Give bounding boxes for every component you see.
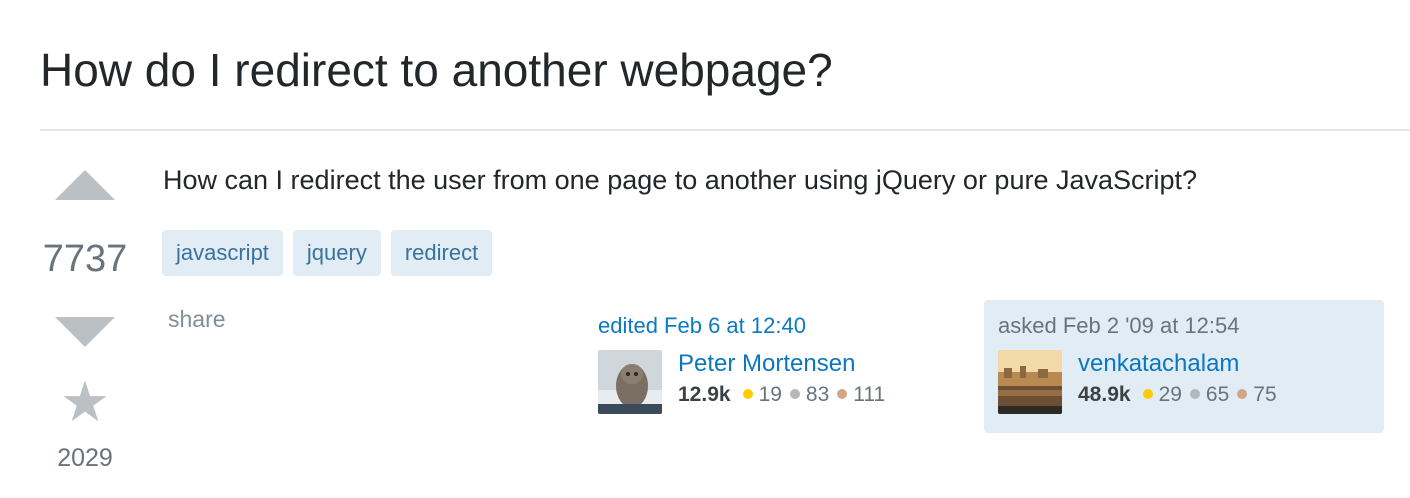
favorite-count: 2029 [57,444,113,472]
silver-badge-icon [1189,389,1200,400]
editor-details: Peter Mortensen 12.9k 19 83 111 [678,348,885,410]
gold-badge-icon [1142,389,1153,400]
editor-reputation: 12.9k [678,383,731,406]
favorite-star-icon[interactable]: ★ [40,372,130,432]
editor-name-link[interactable]: Peter Mortensen [678,348,885,380]
title-divider [40,129,1410,131]
editor-bronze-count: 111 [853,383,886,406]
edited-time-link[interactable]: edited Feb 6 at 12:40 [598,312,958,340]
asker-bronze-count: 75 [1253,383,1277,406]
asker-reputation: 48.9k [1078,383,1131,406]
asker-avatar[interactable] [998,350,1062,414]
asker-details: venkatachalam 48.9k 29 65 75 [1078,348,1277,410]
tag-javascript[interactable]: javascript [162,230,283,276]
share-link[interactable]: share [168,305,226,333]
asker-gold-count: 29 [1158,383,1182,406]
bronze-badge-icon [1237,389,1248,400]
vote-count: 7737 [42,238,128,280]
editor-stats: 12.9k 19 83 111 [678,380,885,410]
silver-badge-icon [789,389,800,400]
tag-list: javascript jquery redirect [162,230,493,276]
asker-silver-count: 65 [1205,383,1230,406]
editor-silver-count: 83 [805,383,830,406]
bronze-badge-icon [837,389,848,400]
asker-signature: asked Feb 2 '09 at 12:54 venkatachalam 4… [984,300,1384,433]
upvote-arrow-icon[interactable] [55,170,115,200]
gold-badge-icon [742,389,753,400]
editor-signature: edited Feb 6 at 12:40 Peter Mortensen 12… [598,312,958,414]
asker-stats: 48.9k 29 65 75 [1078,380,1277,410]
editor-gold-count: 19 [758,383,782,406]
downvote-arrow-icon[interactable] [55,317,115,347]
tag-redirect[interactable]: redirect [390,230,493,276]
asked-time-link[interactable]: asked Feb 2 '09 at 12:54 [998,312,1368,340]
question-body: How can I redirect the user from one pag… [163,165,1198,195]
question-title[interactable]: How do I redirect to another webpage? [40,40,833,100]
editor-avatar[interactable] [598,350,662,414]
asker-user-row: venkatachalam 48.9k 29 65 75 [998,350,1368,414]
tag-jquery[interactable]: jquery [292,230,381,276]
editor-user-row: Peter Mortensen 12.9k 19 83 111 [598,350,958,414]
asker-name-link[interactable]: venkatachalam [1078,348,1277,380]
